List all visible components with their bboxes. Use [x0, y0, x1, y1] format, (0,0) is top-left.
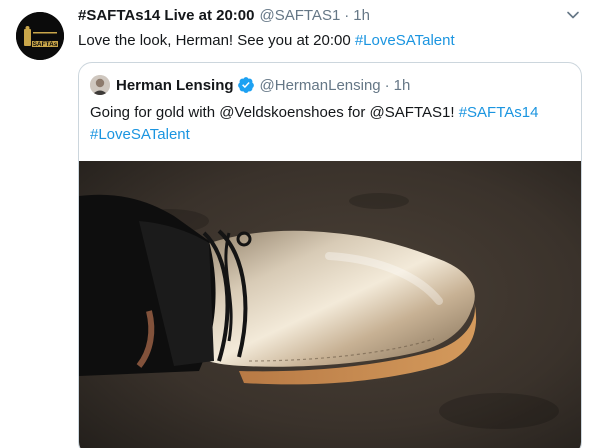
tweet-time[interactable]: 1h	[353, 7, 370, 24]
quoted-tweet[interactable]: Herman Lensing @HermanLensing · 1h Going…	[78, 62, 582, 448]
hashtag-link[interactable]: #LoveSATalent	[355, 32, 455, 49]
tweet[interactable]: SAFTAs #SAFTAs14 Live at 20:00 @SAFTAS1 …	[0, 0, 597, 448]
separator-dot: ·	[384, 76, 390, 94]
tweet-text-body: Love the look, Herman! See you at 20:00	[78, 32, 355, 49]
separator-dot: ·	[344, 7, 350, 24]
chevron-down-icon[interactable]	[565, 7, 581, 23]
hashtag-link[interactable]: #SAFTAs14	[459, 104, 539, 121]
quoted-author-avatar[interactable]	[90, 75, 110, 95]
author-avatar[interactable]: SAFTAs	[16, 12, 64, 60]
quoted-tweet-photo[interactable]	[79, 161, 581, 448]
verified-badge-icon	[237, 77, 254, 93]
author-handle[interactable]: @SAFTAS1	[259, 7, 340, 24]
author-name[interactable]: #SAFTAs14 Live at 20:00	[78, 7, 254, 24]
hashtag-link[interactable]: #LoveSATalent	[90, 124, 570, 146]
quoted-text-body: Going for gold with @Veldskoenshoes for …	[90, 104, 459, 121]
quoted-author-handle[interactable]: @HermanLensing	[260, 77, 381, 94]
quoted-tweet-header: Herman Lensing @HermanLensing · 1h	[90, 74, 410, 96]
quoted-tweet-text: Going for gold with @Veldskoenshoes for …	[90, 102, 570, 146]
quoted-author-name[interactable]: Herman Lensing	[116, 77, 234, 94]
avatar-logo-text: SAFTAs	[33, 41, 58, 48]
tweet-text: Love the look, Herman! See you at 20:00 …	[78, 31, 455, 51]
quoted-text-line: Going for gold with @Veldskoenshoes for …	[90, 102, 570, 124]
tweet-header: #SAFTAs14 Live at 20:00 @SAFTAS1 · 1h	[78, 7, 370, 29]
quoted-tweet-time[interactable]: 1h	[394, 77, 411, 94]
